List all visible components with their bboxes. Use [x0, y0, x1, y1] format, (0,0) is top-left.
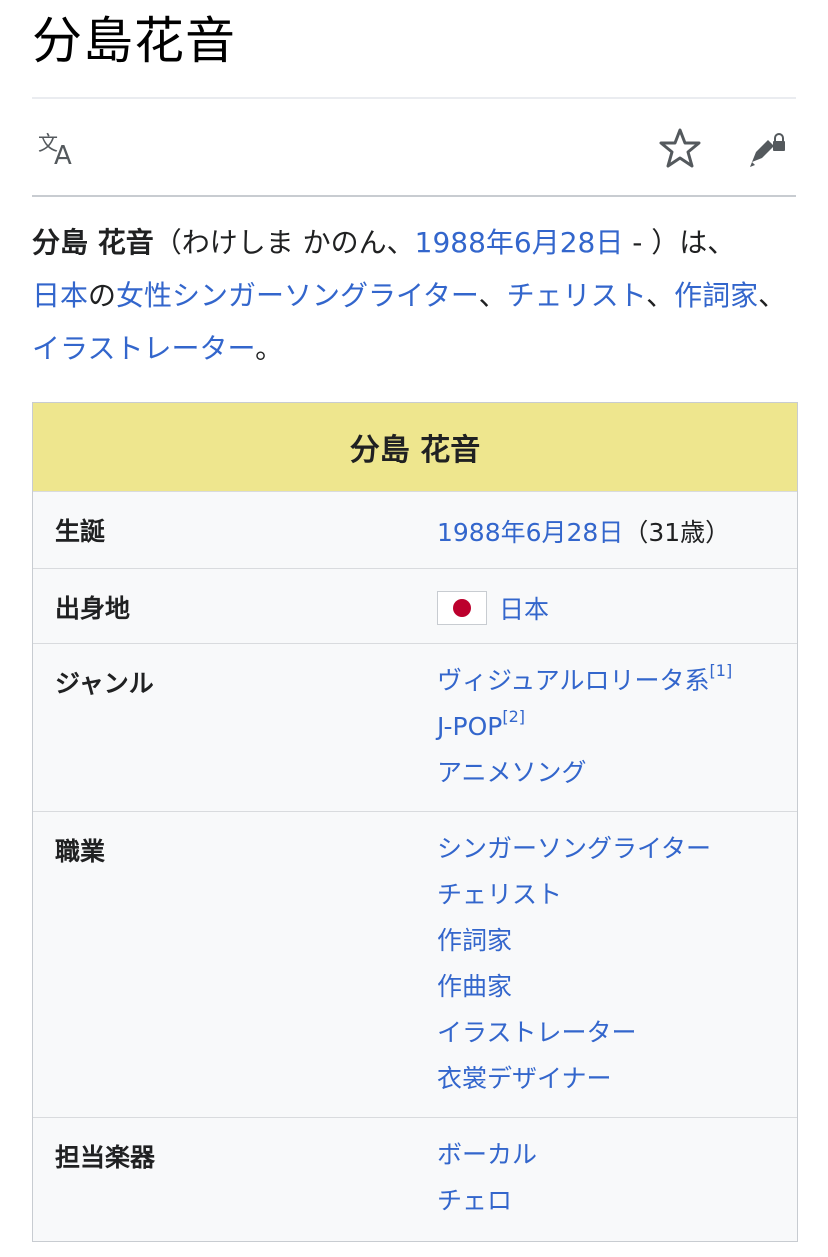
occupation-link[interactable]: シンガーソングライター — [437, 834, 711, 863]
star-icon[interactable] — [659, 127, 701, 169]
ref-link[interactable]: [2] — [502, 707, 525, 726]
edit-lock-icon[interactable] — [748, 132, 788, 168]
ref-link[interactable]: [1] — [710, 661, 733, 680]
occupation-link[interactable]: イラストレーター — [437, 1018, 637, 1047]
infobox-row-genre: ジャンル ヴィジュアルロリータ系[1] J-POP[2] アニメソング — [33, 643, 797, 811]
page-title: 分島花音 — [32, 12, 236, 70]
japan-flag-icon — [437, 591, 487, 625]
infobox: 分島 花音 生誕 1988年6月28日（31歳） 出身地 日本 ジャンル ヴィジ… — [32, 402, 798, 1242]
infobox-row-origin: 出身地 日本 — [33, 568, 797, 643]
occupation-link[interactable]: 衣裳デザイナー — [437, 1064, 612, 1093]
infobox-row-birth: 生誕 1988年6月28日（31歳） — [33, 491, 797, 568]
intro-country-link[interactable]: 日本 — [32, 279, 88, 312]
genre-link[interactable]: アニメソング — [437, 758, 587, 787]
svg-text:A: A — [54, 141, 72, 168]
birth-date-link[interactable]: 1988年6月28日 — [437, 518, 623, 547]
occupation-link[interactable]: チェリスト — [437, 880, 562, 909]
instrument-link[interactable]: ボーカル — [437, 1140, 537, 1169]
toolbar-divider — [32, 195, 796, 197]
intro-role-cellist-link[interactable]: チェリスト — [507, 279, 646, 312]
intro-role-illustrator-link[interactable]: イラストレーター — [32, 332, 255, 365]
intro-role-singer-link[interactable]: 女性シンガーソングライター — [116, 279, 479, 312]
age-text: （31歳） — [623, 518, 731, 547]
intro-birth-link[interactable]: 1988年6月28日 — [415, 226, 624, 259]
title-divider — [32, 97, 796, 99]
genre-link[interactable]: ヴィジュアルロリータ系 — [437, 666, 710, 695]
origin-link[interactable]: 日本 — [499, 595, 549, 624]
instrument-link[interactable]: チェロ — [437, 1186, 512, 1215]
intro-name: 分島 花音 — [32, 226, 154, 259]
intro-paragraph: 分島 花音（わけしま かのん、1988年6月28日 - ）は、 日本の女性シンガー… — [32, 226, 787, 365]
language-icon[interactable]: 文 A — [38, 130, 82, 168]
occupation-link[interactable]: 作曲家 — [437, 972, 512, 1001]
infobox-row-instrument: 担当楽器 ボーカル チェロ — [33, 1117, 797, 1257]
infobox-row-occupation: 職業 シンガーソングライター チェリスト 作詞家 作曲家 イラストレーター 衣裳… — [33, 811, 797, 1117]
genre-link[interactable]: J-POP — [437, 712, 502, 741]
infobox-header: 分島 花音 — [33, 403, 797, 491]
occupation-link[interactable]: 作詞家 — [437, 926, 512, 955]
intro-role-lyricist-link[interactable]: 作詞家 — [674, 279, 758, 312]
